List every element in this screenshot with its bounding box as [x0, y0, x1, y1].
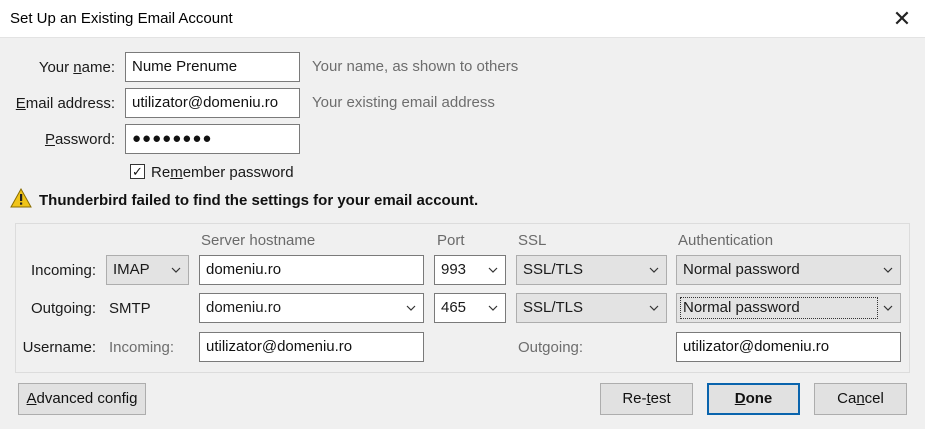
column-header-hostname: Server hostname: [201, 232, 316, 249]
focus-ring: [680, 297, 878, 319]
password-label: Password:: [44, 131, 115, 148]
chevron-down-icon: [171, 267, 181, 273]
outgoing-ssl-select[interactable]: SSL/TLS: [516, 293, 667, 323]
name-label: Your name:: [38, 59, 115, 76]
remember-password-label[interactable]: Remember password: [151, 164, 294, 181]
retest-button[interactable]: Re-test: [600, 383, 693, 415]
incoming-username-input[interactable]: utilizator@domeniu.ro: [199, 332, 424, 362]
outgoing-username-input[interactable]: utilizator@domeniu.ro: [676, 332, 901, 362]
checkmark-icon: ✓: [132, 164, 143, 179]
chevron-down-icon: [488, 305, 498, 311]
outgoing-hostname-combobox[interactable]: domeniu.ro: [199, 293, 424, 323]
outgoing-port-combobox[interactable]: 465: [434, 293, 506, 323]
done-button[interactable]: Done: [707, 383, 800, 415]
incoming-authentication-select[interactable]: Normal password: [676, 255, 901, 285]
column-header-port: Port: [437, 232, 465, 249]
column-header-ssl: SSL: [518, 232, 547, 249]
chevron-down-icon: [883, 267, 893, 273]
password-input[interactable]: ●●●●●●●●: [125, 124, 300, 154]
chevron-down-icon: [406, 305, 416, 311]
outgoing-label: Outgoing:: [30, 300, 96, 317]
email-label: Email address:: [15, 95, 115, 112]
chevron-down-icon: [488, 267, 498, 273]
remember-password-checkbox[interactable]: ✓: [130, 164, 145, 179]
advanced-config-button[interactable]: Advanced config: [18, 383, 146, 415]
outgoing-authentication-select[interactable]: Normal password: [676, 293, 901, 323]
window-title: Set Up an Existing Email Account: [10, 10, 233, 27]
incoming-hostname-input[interactable]: domeniu.ro: [199, 255, 424, 285]
column-header-authentication: Authentication: [678, 232, 774, 249]
username-incoming-label: Incoming:: [109, 339, 175, 356]
cancel-button[interactable]: Cancel: [814, 383, 907, 415]
incoming-ssl-select[interactable]: SSL/TLS: [516, 255, 667, 285]
incoming-port-combobox[interactable]: 993: [434, 255, 506, 285]
chevron-down-icon: [883, 305, 893, 311]
close-icon[interactable]: ✕: [889, 6, 915, 32]
username-label: Username:: [22, 339, 96, 356]
username-outgoing-label: Outgoing:: [518, 339, 584, 356]
name-input[interactable]: Nume Prenume: [125, 52, 300, 82]
incoming-protocol-select[interactable]: IMAP: [106, 255, 189, 285]
chevron-down-icon: [649, 267, 659, 273]
email-input[interactable]: utilizator@domeniu.ro: [125, 88, 300, 118]
name-hint: Your name, as shown to others: [312, 58, 519, 75]
incoming-label: Incoming:: [30, 262, 96, 279]
chevron-down-icon: [649, 305, 659, 311]
outgoing-protocol: SMTP: [109, 300, 151, 317]
email-hint: Your existing email address: [312, 94, 495, 111]
warning-triangle-icon: [10, 187, 32, 208]
warning-message: Thunderbird failed to find the settings …: [39, 192, 479, 209]
